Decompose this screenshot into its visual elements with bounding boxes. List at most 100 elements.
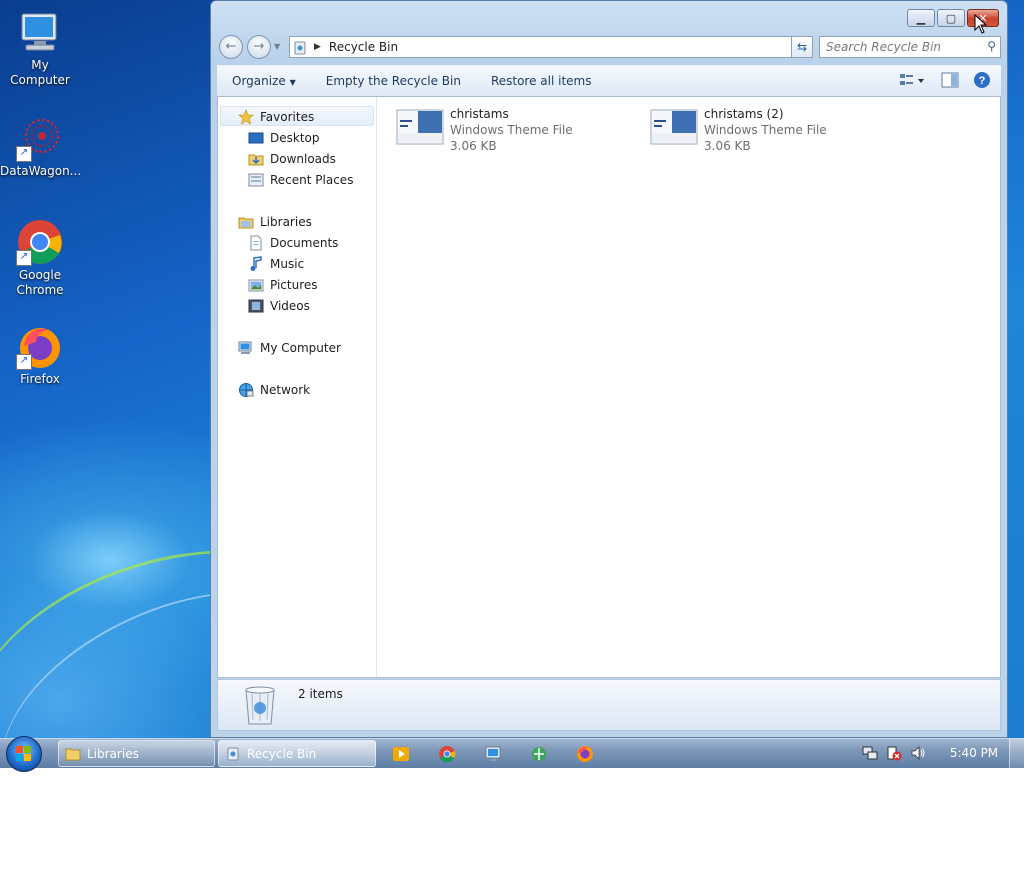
- downloads-folder-icon: [248, 151, 264, 167]
- system-tray: [862, 745, 926, 761]
- file-name: christams: [450, 107, 509, 121]
- change-view-button[interactable]: [899, 71, 924, 89]
- file-type: Windows Theme File: [704, 123, 827, 137]
- preview-pane-icon: [941, 72, 959, 88]
- nav-desktop[interactable]: Desktop: [248, 128, 320, 148]
- back-button[interactable]: ←: [219, 35, 243, 59]
- maximize-icon: ▢: [945, 11, 957, 25]
- nav-my-computer[interactable]: My Computer: [238, 338, 341, 358]
- refresh-button[interactable]: ⇆: [791, 36, 813, 58]
- desktop-icon-label: My Computer: [10, 58, 70, 87]
- file-name: christams (2): [704, 107, 784, 121]
- firefox-pin-icon[interactable]: [576, 745, 594, 763]
- shortcut-arrow-icon: ↗: [16, 250, 32, 266]
- nav-documents[interactable]: Documents: [248, 233, 338, 253]
- svg-text:?: ?: [979, 75, 986, 87]
- desktop-icon-label: Google Chrome: [16, 268, 64, 297]
- nav-label: Desktop: [270, 131, 320, 145]
- taskbar-item-libraries[interactable]: Libraries: [58, 740, 215, 767]
- nav-pictures[interactable]: Pictures: [248, 275, 318, 295]
- nav-label: My Computer: [260, 341, 341, 355]
- desktop-icon-label: DataWagon...: [0, 164, 82, 178]
- datawagon-icon: ↗: [16, 114, 64, 162]
- file-type: Windows Theme File: [450, 123, 573, 137]
- refresh-icon: ⇆: [796, 40, 808, 54]
- navigation-bar: ← → ▼ ▶ Recycle Bin ▼ ⇆ Search Recycle B…: [217, 33, 1001, 61]
- explorer-window: ▁ ▢ ✕ ← → ▼ ▶ Recycle Bin ▼ ⇆ Search Rec…: [210, 0, 1008, 738]
- address-path[interactable]: Recycle Bin: [329, 40, 398, 54]
- desktop-icon-my-computer[interactable]: My Computer: [0, 8, 80, 88]
- forward-button[interactable]: →: [247, 35, 271, 59]
- chrome-pin-icon[interactable]: [438, 745, 456, 763]
- address-bar[interactable]: ▶ Recycle Bin ▼: [289, 36, 811, 58]
- preview-pane-button[interactable]: [941, 71, 959, 89]
- taskbar: Libraries Recycle Bin 5:40 PM: [0, 736, 1024, 772]
- windows-logo-icon: [16, 746, 31, 761]
- taskbar-item-label: Recycle Bin: [247, 746, 317, 761]
- explorer-content: Favorites Desktop Downloads Recent Place…: [217, 96, 1001, 678]
- search-icon[interactable]: ⚲: [987, 39, 996, 53]
- taskbar-item-recycle-bin[interactable]: Recycle Bin: [218, 740, 376, 767]
- nav-recent-places[interactable]: Recent Places: [248, 170, 353, 190]
- shortcut-arrow-icon: ↗: [16, 146, 32, 162]
- organize-label: Organize: [232, 74, 286, 88]
- restore-all-items-button[interactable]: Restore all items: [476, 74, 607, 88]
- show-desktop-button[interactable]: [1009, 739, 1024, 768]
- nav-label: Downloads: [270, 152, 336, 166]
- nav-label: Favorites: [260, 110, 315, 124]
- recycle-bin-small-icon: [292, 39, 308, 55]
- nav-label: Music: [270, 257, 305, 271]
- view-list-icon: [900, 74, 924, 85]
- nav-label: Network: [260, 383, 311, 397]
- nav-favorites[interactable]: Favorites: [238, 107, 314, 127]
- system-clock[interactable]: 5:40 PM: [944, 746, 1004, 760]
- chevron-down-icon: ▼: [289, 78, 296, 87]
- recent-places-icon: [248, 172, 264, 188]
- nav-videos[interactable]: Videos: [248, 296, 310, 316]
- firefox-icon: ↗: [16, 322, 64, 370]
- search-placeholder: Search Recycle Bin: [826, 40, 942, 54]
- libraries-icon: [238, 214, 254, 230]
- volume-icon[interactable]: [910, 745, 926, 761]
- music-note-icon: [248, 256, 264, 272]
- nav-downloads[interactable]: Downloads: [248, 149, 336, 169]
- star-icon: [238, 109, 254, 125]
- recycle-bin-icon: [242, 684, 278, 726]
- network-status-icon[interactable]: [862, 745, 878, 761]
- theme-file-icon: [396, 106, 444, 146]
- videos-icon: [248, 298, 264, 314]
- organize-button[interactable]: Organize ▼: [217, 74, 311, 88]
- search-box[interactable]: Search Recycle Bin ⚲: [819, 36, 1001, 58]
- media-player-pin-icon[interactable]: [392, 745, 410, 763]
- recent-pages-chevron-icon[interactable]: ▼: [274, 42, 280, 51]
- file-item[interactable]: christams (2) Windows Theme File 3.06 KB: [650, 106, 827, 154]
- help-button[interactable]: ?: [973, 71, 991, 89]
- control-panel-pin-icon[interactable]: [484, 745, 502, 763]
- documents-icon: [248, 235, 264, 251]
- back-arrow-icon: ←: [225, 39, 237, 54]
- desktop-icon-datawagon[interactable]: ↗ DataWagon...: [0, 114, 82, 179]
- action-center-alert-icon[interactable]: [886, 745, 902, 761]
- file-item[interactable]: christams Windows Theme File 3.06 KB: [396, 106, 573, 154]
- breadcrumb-separator-icon[interactable]: ▶: [314, 42, 321, 52]
- start-button[interactable]: [6, 736, 42, 772]
- desktop-icon-chrome[interactable]: ↗ Google Chrome: [0, 218, 80, 298]
- nav-music[interactable]: Music: [248, 254, 304, 274]
- nav-libraries[interactable]: Libraries: [238, 212, 312, 232]
- theme-file-icon: [650, 106, 698, 146]
- item-count: 2 items: [298, 687, 343, 701]
- shortcut-arrow-icon: ↗: [16, 354, 32, 370]
- chrome-icon: ↗: [16, 218, 64, 266]
- desktop-icon-firefox[interactable]: ↗ Firefox: [0, 322, 80, 387]
- minimize-button[interactable]: ▁: [907, 9, 935, 27]
- help-icon: ?: [974, 72, 990, 88]
- nav-label: Documents: [270, 236, 339, 250]
- nav-network[interactable]: Network: [238, 380, 310, 400]
- empty-recycle-bin-button[interactable]: Empty the Recycle Bin: [311, 74, 476, 88]
- desktop-icon-label: Firefox: [20, 372, 60, 386]
- nav-label: Videos: [270, 299, 310, 313]
- maximize-button[interactable]: ▢: [937, 9, 965, 27]
- network-tool-pin-icon[interactable]: [530, 745, 548, 763]
- desktop-folder-icon: [248, 130, 264, 146]
- details-pane: 2 items: [217, 679, 1001, 731]
